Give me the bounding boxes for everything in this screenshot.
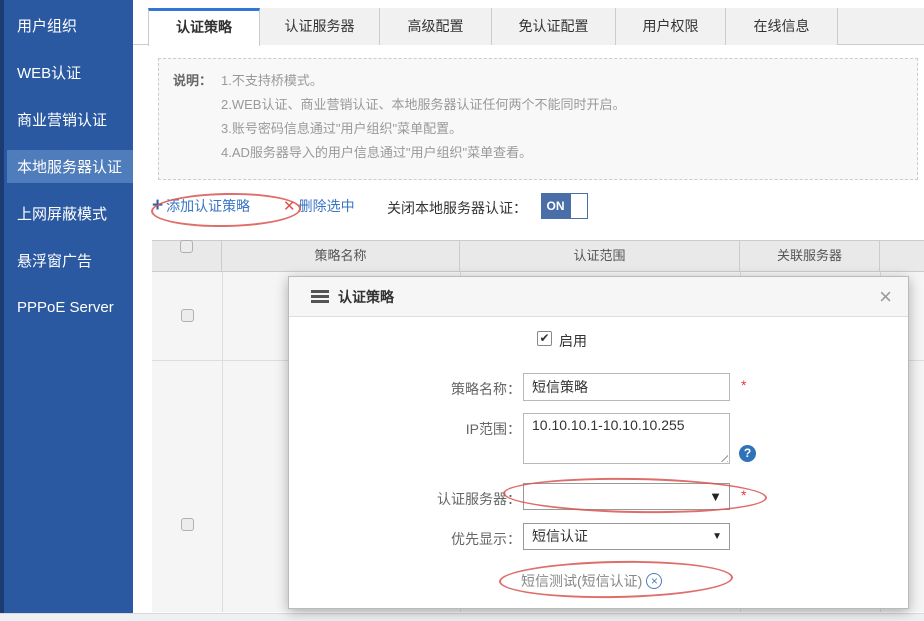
toggle-knob: [570, 193, 588, 219]
tab-auth-server[interactable]: 认证服务器: [260, 8, 380, 45]
notice-line: 4.AD服务器导入的用户信息通过"用户组织"菜单查看。: [221, 141, 625, 165]
close-icon[interactable]: ×: [879, 287, 892, 307]
tab-user-rights[interactable]: 用户权限: [616, 8, 726, 45]
select-all-checkbox[interactable]: [180, 240, 193, 253]
notice-lines: 1.不支持桥模式。 2.WEB认证、商业营销认证、本地服务器认证任何两个不能同时…: [221, 69, 625, 169]
resize-handle[interactable]: [718, 452, 728, 462]
notice-line: 3.账号密码信息通过"用户组织"菜单配置。: [221, 117, 625, 141]
select-all-cell: [152, 240, 222, 272]
column-header-auth-range: 认证范围: [460, 240, 740, 272]
auth-server-select[interactable]: ▼: [523, 483, 730, 510]
local-auth-toggle[interactable]: ON: [541, 193, 588, 219]
tab-online-info[interactable]: 在线信息: [726, 8, 838, 45]
tab-bar-filler: [838, 8, 924, 44]
hamburger-icon: [311, 288, 329, 305]
tab-advanced-config[interactable]: 高级配置: [380, 8, 492, 45]
delete-x-icon: ✕: [283, 197, 296, 215]
delete-selected-button[interactable]: ✕ 删除选中: [283, 196, 355, 216]
policy-name-input[interactable]: 短信策略: [523, 373, 730, 401]
sidebar: 用户组织 WEB认证 商业营销认证 本地服务器认证 上网屏蔽模式 悬浮窗广告 P…: [0, 0, 133, 613]
toolbar: + 添加认证策略 ✕ 删除选中 关闭本地服务器认证： ON: [150, 192, 920, 220]
priority-display-label: 优先显示：: [389, 529, 521, 549]
dialog-title: 认证策略: [338, 287, 879, 307]
toggle-on-state: ON: [541, 193, 570, 219]
column-divider: [222, 272, 223, 612]
column-header-empty: [880, 240, 924, 272]
notice-line: 1.不支持桥模式。: [221, 69, 625, 93]
selected-server-tag-label: 短信测试(短信认证): [521, 571, 642, 591]
selected-server-tag: 短信测试(短信认证) ×: [521, 571, 662, 591]
enable-checkbox[interactable]: [537, 331, 552, 346]
row-checkbox[interactable]: [181, 518, 194, 531]
sidebar-item-user-org[interactable]: 用户组织: [4, 2, 133, 49]
auth-policy-dialog: 认证策略 × 启用 策略名称： 短信策略 * IP范围： 10.10.10.1-…: [288, 276, 909, 609]
required-asterisk: *: [741, 487, 746, 503]
sidebar-item-marketing-auth[interactable]: 商业营销认证: [4, 96, 133, 143]
dialog-header[interactable]: 认证策略 ×: [289, 277, 908, 317]
ip-range-value: 10.10.10.1-10.10.10.255: [532, 417, 685, 433]
sidebar-item-float-ad[interactable]: 悬浮窗广告: [4, 237, 133, 284]
priority-display-value: 短信认证: [532, 528, 588, 544]
policy-name-label: 策略名称：: [389, 379, 521, 399]
chevron-down-icon: ▼: [712, 524, 722, 550]
help-icon[interactable]: ?: [739, 445, 756, 462]
ip-range-label: IP范围：: [389, 419, 521, 439]
delete-selected-label: 删除选中: [299, 196, 355, 216]
row-checkbox[interactable]: [181, 309, 194, 322]
local-auth-toggle-label: 关闭本地服务器认证：: [387, 198, 527, 218]
auth-server-label: 认证服务器：: [389, 489, 521, 509]
chevron-down-icon: ▼: [709, 484, 722, 510]
priority-display-select[interactable]: 短信认证 ▼: [523, 523, 730, 550]
notice-label: 说明：: [173, 69, 221, 169]
add-policy-button[interactable]: + 添加认证策略: [152, 196, 250, 216]
notice-box: 说明： 1.不支持桥模式。 2.WEB认证、商业营销认证、本地服务器认证任何两个…: [158, 58, 918, 180]
remove-tag-icon[interactable]: ×: [646, 573, 662, 589]
column-header-policy-name: 策略名称: [222, 240, 460, 272]
plus-icon: +: [152, 197, 163, 215]
add-policy-label: 添加认证策略: [166, 196, 250, 216]
tab-bar: 认证策略 认证服务器 高级配置 免认证配置 用户权限 在线信息: [133, 8, 924, 45]
tab-authfree-config[interactable]: 免认证配置: [492, 8, 616, 45]
enable-label: 启用: [559, 331, 587, 351]
sidebar-item-pppoe-server[interactable]: PPPoE Server: [4, 284, 133, 331]
column-header-linked-server: 关联服务器: [740, 240, 880, 272]
sidebar-item-web-auth[interactable]: WEB认证: [4, 49, 133, 96]
required-asterisk: *: [741, 377, 746, 393]
sidebar-item-local-server-auth[interactable]: 本地服务器认证: [7, 150, 133, 183]
footer-strip: [0, 613, 924, 621]
ip-range-textarea[interactable]: 10.10.10.1-10.10.10.255: [523, 413, 730, 464]
table-header-row: 策略名称 认证范围 关联服务器: [152, 240, 924, 272]
notice-line: 2.WEB认证、商业营销认证、本地服务器认证任何两个不能同时开启。: [221, 93, 625, 117]
tab-auth-policy[interactable]: 认证策略: [148, 8, 260, 46]
sidebar-item-block-mode[interactable]: 上网屏蔽模式: [4, 190, 133, 237]
